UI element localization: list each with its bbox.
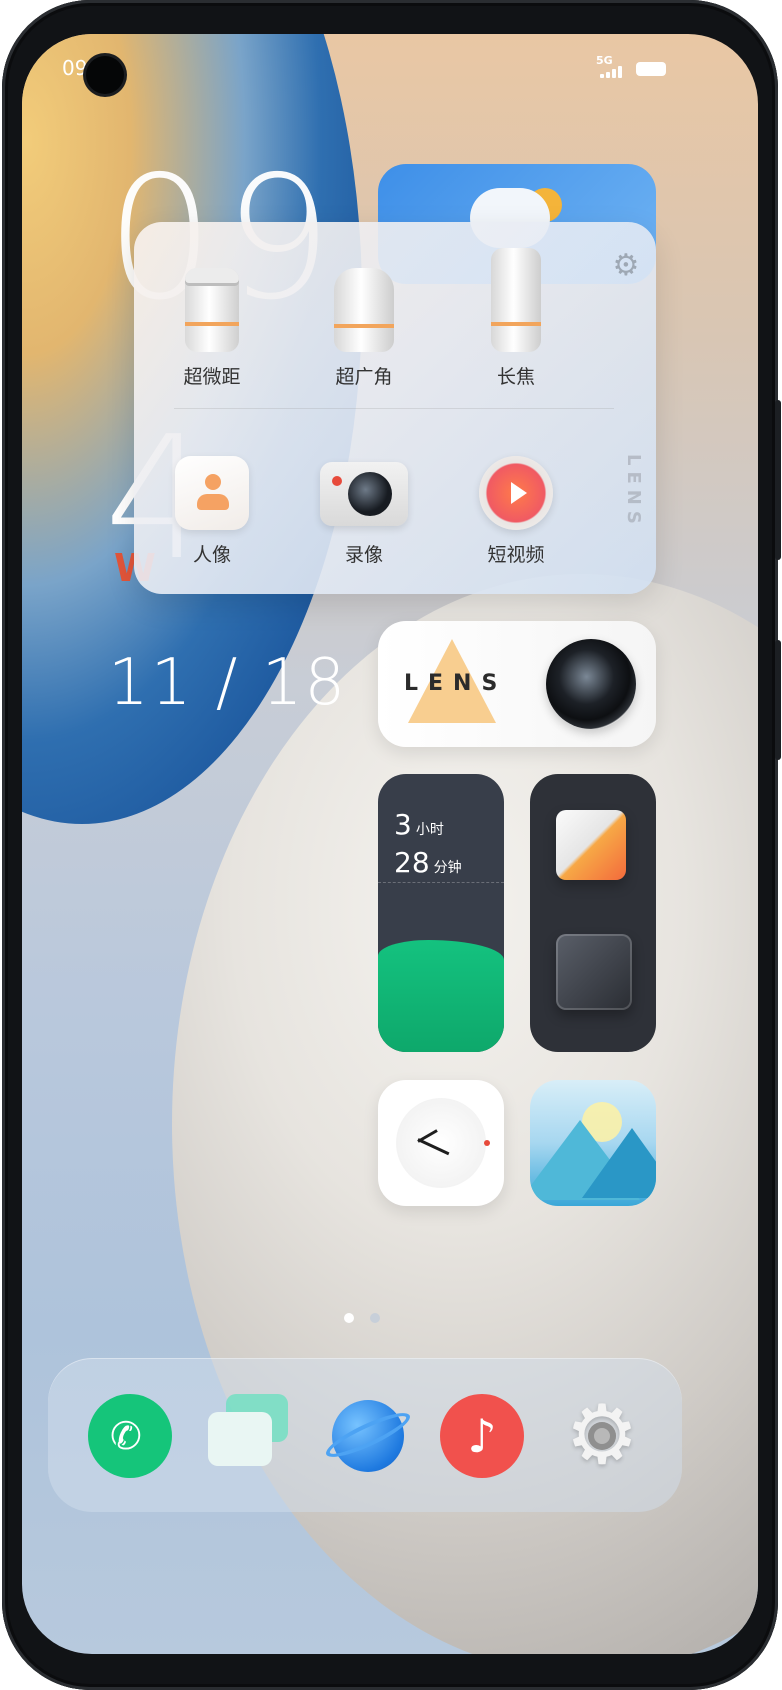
page-dot-active: [344, 1313, 354, 1323]
mode-label: 人像: [192, 544, 231, 566]
lens-option-wide[interactable]: 超广角: [304, 268, 424, 389]
gallery-app-icon[interactable]: [530, 1080, 656, 1206]
video-mode-icon: [320, 462, 408, 526]
front-camera: [86, 56, 124, 94]
mode-label: 录像: [344, 544, 383, 566]
camera-lens-icon: [546, 639, 636, 729]
hours-value: 3: [394, 808, 412, 841]
messages-icon[interactable]: [206, 1394, 290, 1478]
volume-button: [775, 640, 781, 760]
lens-label: 超微距: [183, 366, 241, 388]
minutes-value: 28: [394, 846, 430, 879]
phone-icon[interactable]: ✆: [88, 1394, 172, 1478]
lens-popup-panel: ⚙ 超微距 超广角 长焦 人像 录像 短视频 LENS: [134, 222, 656, 594]
lens-option-telephoto[interactable]: 长焦: [456, 248, 576, 389]
status-time: 09: [62, 56, 88, 80]
clock-date[interactable]: 11 / 18: [108, 646, 347, 720]
short-video-icon: [479, 456, 553, 530]
cube-widget[interactable]: [530, 774, 656, 1052]
lens-label: 长焦: [496, 366, 535, 388]
lens-widget[interactable]: LENS: [378, 621, 656, 747]
clock-face: [396, 1098, 486, 1188]
dashed-divider: [378, 882, 504, 883]
music-icon[interactable]: ♪: [440, 1394, 524, 1478]
panel-divider: [174, 408, 614, 409]
macro-lens-icon: [185, 268, 239, 352]
telephoto-lens-icon: [491, 248, 541, 352]
battery-icon: [636, 62, 666, 76]
mode-option-short-video[interactable]: 短视频: [456, 456, 576, 567]
mode-label: 短视频: [487, 544, 545, 566]
page-dot: [370, 1313, 380, 1323]
phone-frame: 09 5G 09 4 W 11 / 18 ⚙ 超微距: [2, 0, 781, 1690]
screen-time-minutes: 28 分钟: [394, 846, 462, 879]
lens-option-macro[interactable]: 超微距: [152, 268, 272, 389]
hours-unit: 小时: [415, 822, 444, 838]
page-indicator: [344, 1308, 396, 1327]
home-screen: 09 5G 09 4 W 11 / 18 ⚙ 超微距: [22, 34, 758, 1654]
color-cube-icon: [556, 810, 626, 880]
power-button: [775, 400, 781, 560]
screen-time-hours: 3 小时: [394, 808, 444, 841]
lens-label: 超广角: [335, 366, 393, 388]
wide-angle-lens-icon: [334, 268, 394, 352]
portrait-mode-icon: [175, 456, 249, 530]
usage-wave: [378, 940, 504, 1052]
screen-time-widget[interactable]: 3 小时 28 分钟: [378, 774, 504, 1052]
dark-cube-icon: [556, 934, 632, 1010]
clock-app-icon[interactable]: [378, 1080, 504, 1206]
browser-icon[interactable]: [321, 1394, 415, 1478]
settings-icon[interactable]: ⚙: [558, 1394, 642, 1478]
lens-widget-title: LENS: [404, 671, 508, 696]
panel-vertical-label: LENS: [623, 454, 644, 530]
gear-icon[interactable]: ⚙: [610, 250, 642, 282]
minutes-unit: 分钟: [433, 860, 462, 876]
mode-option-portrait[interactable]: 人像: [152, 456, 272, 567]
signal-icon: [600, 66, 628, 78]
mode-option-video[interactable]: 录像: [304, 456, 424, 567]
